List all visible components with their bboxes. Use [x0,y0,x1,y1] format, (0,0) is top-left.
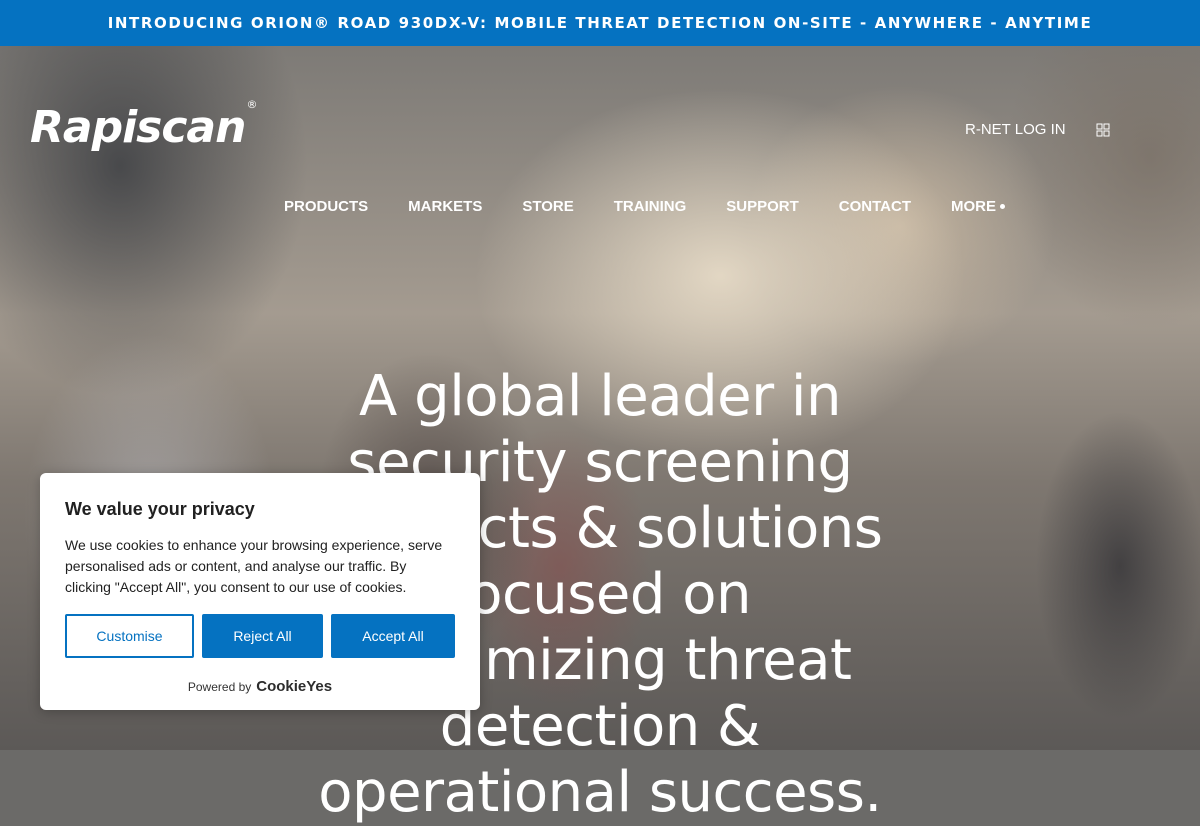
reject-all-button[interactable]: Reject All [202,614,323,658]
more-dot-icon [999,204,1005,209]
customise-button[interactable]: Customise [65,614,194,658]
announcement-bar[interactable]: INTRODUCING ORION® ROAD 930DX-V: MOBILE … [0,0,1200,46]
accept-all-button[interactable]: Accept All [331,614,455,658]
nav-item-store[interactable]: STORE [522,198,573,215]
powered-by-label: Powered by [187,679,252,694]
cookie-button-row: Customise Reject All Accept All [65,614,455,658]
cookieyes-logo[interactable]: CookieYes [256,678,332,695]
registered-mark: ® [246,98,257,112]
nav-item-contact[interactable]: CONTACT [839,198,911,215]
cookie-body: We use cookies to enhance your browsing … [65,537,443,595]
announcement-text[interactable]: INTRODUCING ORION® ROAD 930DX-V: MOBILE … [108,14,1093,32]
rnet-login-link[interactable]: R-NET LOG IN [965,121,1066,138]
nav-item-more-label: MORE [950,198,996,215]
nav-item-markets[interactable]: MARKETS [408,198,482,215]
main-nav: PRODUCTS MARKETS STORE TRAINING SUPPORT … [284,198,1005,215]
nav-item-products[interactable]: PRODUCTS [284,198,368,215]
grid-icon[interactable] [1096,123,1110,137]
cookie-title: We value your privacy [65,499,255,519]
rapiscan-logo[interactable]: Rapiscan® [30,98,257,153]
cookie-consent-banner: We value your privacy We use cookies to … [40,473,480,710]
nav-item-support[interactable]: SUPPORT [726,198,799,215]
nav-item-training[interactable]: TRAINING [614,198,687,215]
nav-item-more[interactable]: MORE [951,198,1005,215]
powered-by: Powered by CookieYes [40,678,480,695]
